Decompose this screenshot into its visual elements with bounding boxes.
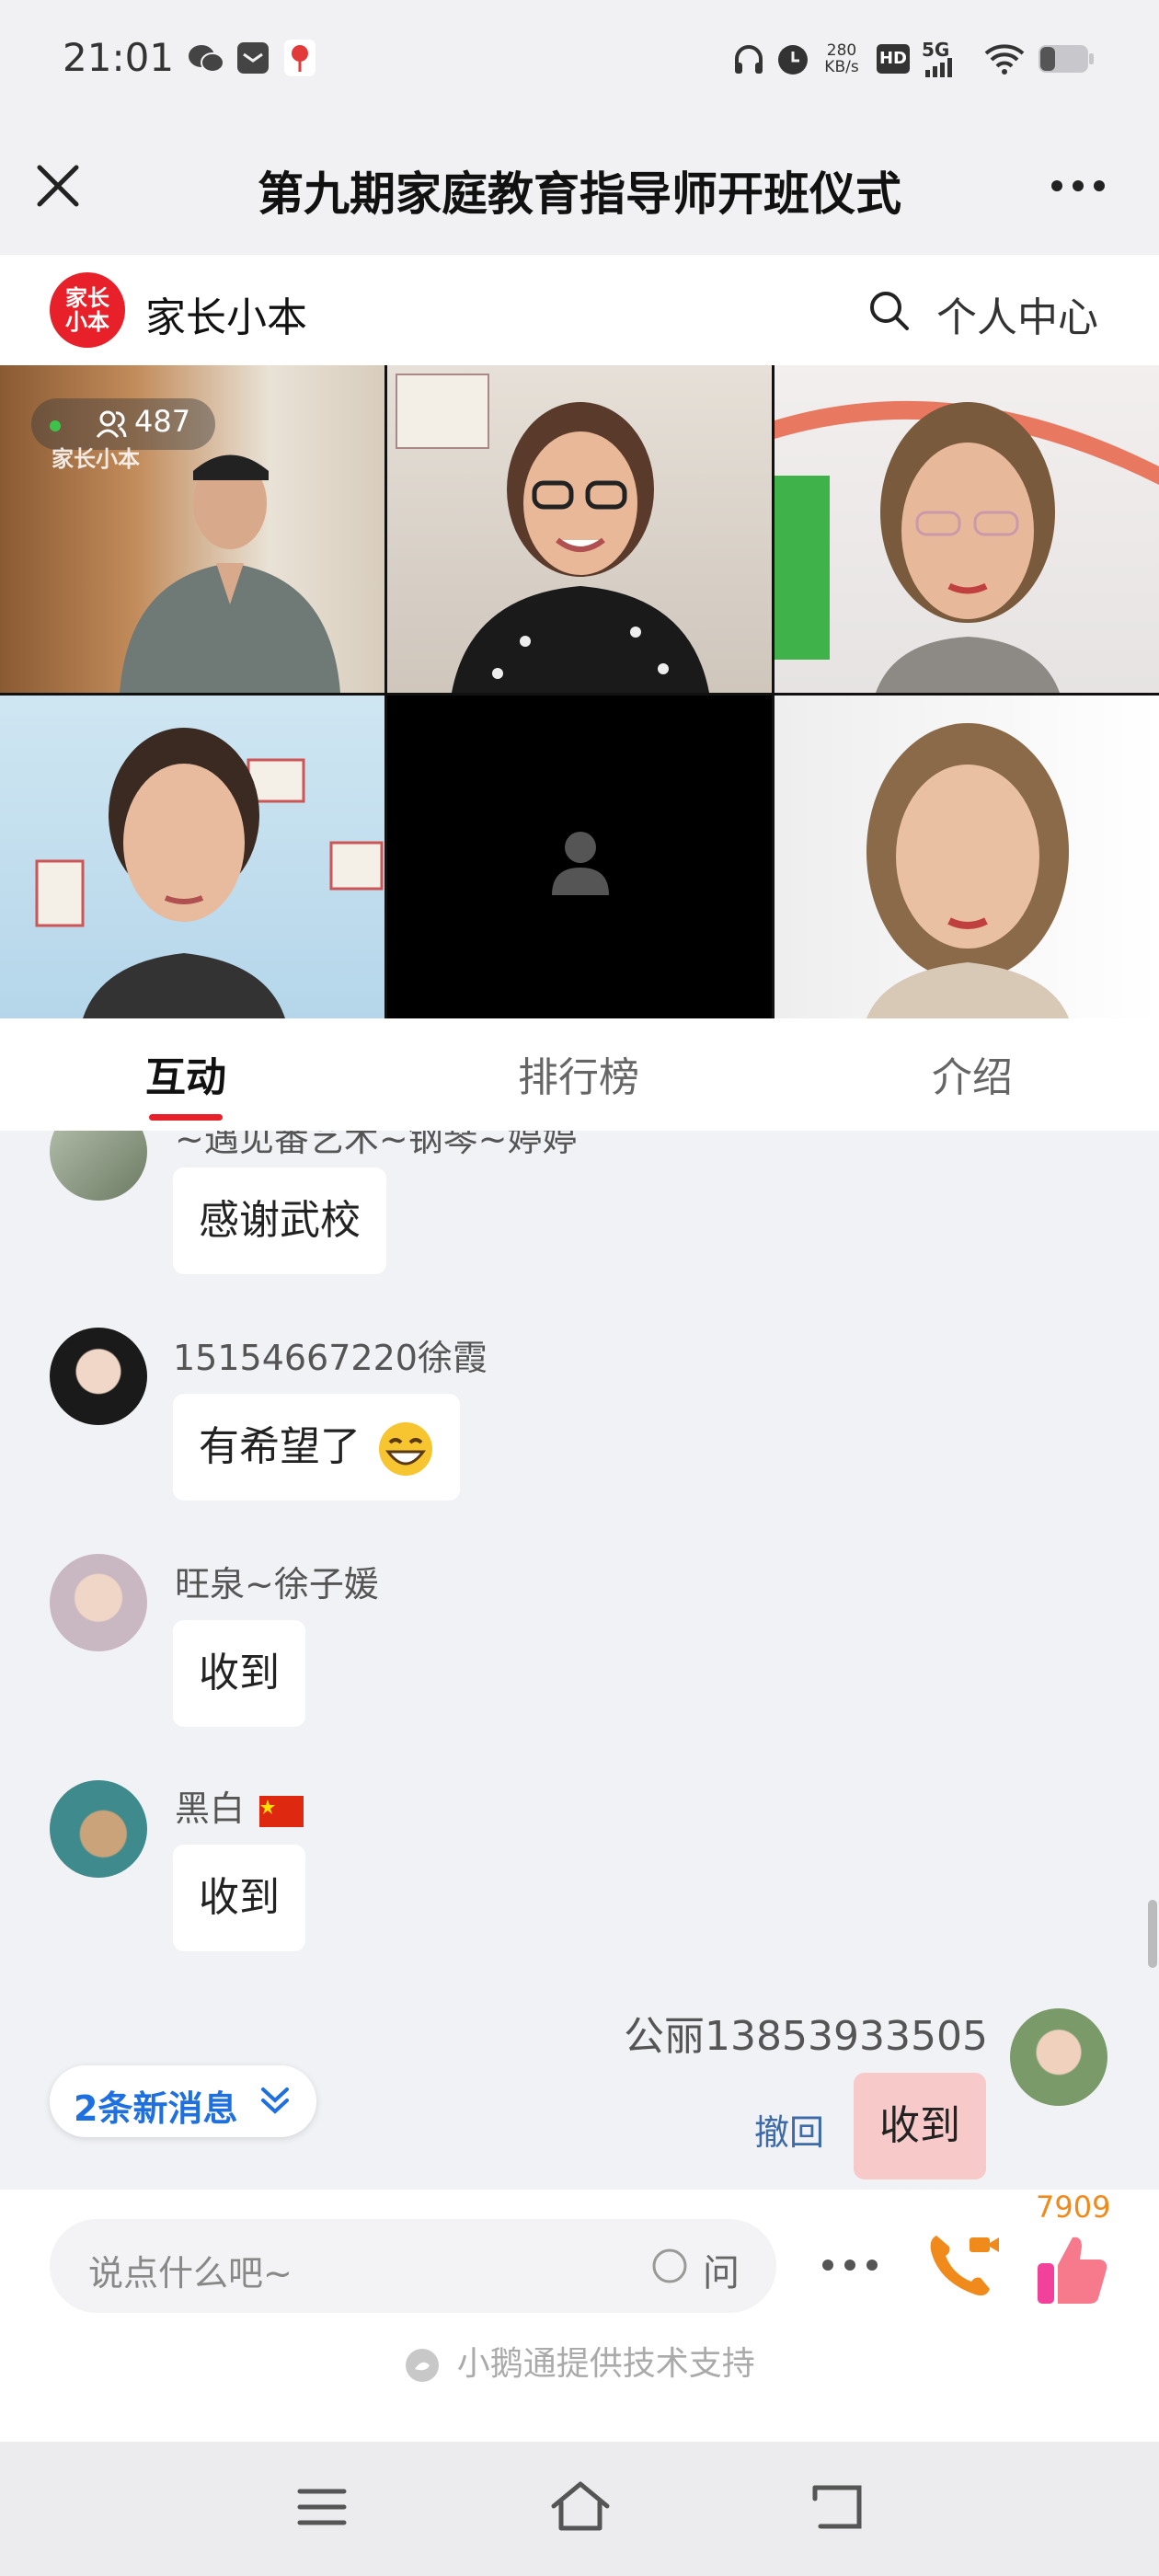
double-chevron-down-icon [261, 2087, 289, 2114]
page-title: 第九期家庭教育指导师开班仪式 [258, 167, 901, 221]
battery-icon [1039, 45, 1094, 73]
message-text: 有希望了 [199, 1423, 361, 1470]
home-icon[interactable] [548, 2478, 613, 2534]
search-icon[interactable] [868, 290, 911, 332]
back-icon[interactable] [809, 2482, 865, 2532]
video-tile-participant-3[interactable] [775, 365, 1159, 693]
brand-bar: 家长 小本 家长小本 个人中心 [0, 255, 1159, 365]
user-center-link[interactable]: 个人中心 [936, 284, 1098, 343]
message-sender: 旺泉~徐子媛 [175, 1564, 379, 1604]
message-bubble: 收到 [173, 1620, 305, 1727]
tab-ranking[interactable]: 排行榜 [441, 1044, 717, 1103]
new-messages-label: 2条新消息 [74, 2088, 238, 2129]
tech-support-text: 小鹅通提供技术支持 [456, 2345, 755, 2383]
avatar[interactable] [50, 1131, 147, 1201]
tab-bar: 互动 排行榜 介绍 [0, 1018, 1159, 1131]
call-icon[interactable] [924, 2226, 1001, 2304]
own-message-bubble: 收到 [854, 2073, 986, 2179]
participant-6-illustration [866, 723, 1069, 1018]
signal-icon [925, 58, 952, 77]
message-sender: ~遇见番艺术~钢琴~婷婷 [175, 1131, 578, 1159]
xiaoetong-logo-icon [406, 2349, 440, 2382]
message-bubble: 收到 [173, 1845, 305, 1951]
avatar[interactable] [50, 1554, 147, 1651]
like-count: 7909 [1036, 2190, 1111, 2225]
participant-3-illustration [775, 400, 1159, 693]
own-avatar[interactable] [1010, 2008, 1107, 2106]
china-flag-icon [259, 1795, 304, 1827]
net-speed: 280 KB/s [824, 41, 859, 76]
alarm-icon [778, 45, 808, 75]
hd-badge: HD [877, 44, 910, 74]
wifi-icon [984, 44, 1025, 75]
recall-button[interactable]: 撤回 [754, 2104, 824, 2155]
live-dot [50, 420, 61, 431]
video-tile-host[interactable]: 487 家长小本 [0, 365, 384, 693]
new-messages-button[interactable]: 2条新消息 [50, 2065, 316, 2137]
comment-placeholder: 说点什么吧~ [88, 2253, 293, 2294]
video-watermark: 家长小本 [52, 446, 140, 472]
input-bar: 说点什么吧~ 问 7909 小鹅通提供技术支持 [0, 2190, 1159, 2442]
comment-input[interactable]: 说点什么吧~ 问 [50, 2219, 776, 2313]
map-app-icon [284, 40, 316, 76]
participant-4-illustration [35, 728, 384, 1018]
viewer-count: 487 [134, 404, 191, 439]
system-nav-bar [0, 2442, 1159, 2576]
video-tile-participant-4[interactable] [0, 696, 384, 1018]
video-grid: 487 家长小本 [0, 365, 1159, 1018]
tab-interaction[interactable]: 互动 [48, 1044, 324, 1103]
mail-app-icon [237, 42, 269, 74]
brand-name: 家长小本 [145, 294, 307, 341]
avatar[interactable] [50, 1780, 147, 1878]
tech-support-footer: 小鹅通提供技术支持 [0, 2337, 1159, 2385]
video-tile-camera-off[interactable] [387, 696, 772, 1018]
participant-2-illustration [396, 374, 709, 693]
more-icon[interactable] [820, 2258, 879, 2272]
grinning-emoji-icon [379, 1422, 432, 1476]
message-sender: 15154667220徐霞 [173, 1338, 488, 1378]
headphones-icon [735, 45, 763, 74]
video-tile-participant-2[interactable] [387, 365, 772, 693]
active-tab-indicator [149, 1114, 223, 1121]
brand-logo: 家长 小本 [50, 272, 125, 348]
ask-question-radio[interactable] [651, 2248, 688, 2284]
more-options-icon[interactable] [1050, 179, 1106, 192]
title-bar: 第九期家庭教育指导师开班仪式 [0, 124, 1159, 255]
message-bubble: 有希望了 [173, 1394, 460, 1501]
like-thumbs-up-icon[interactable] [1034, 2230, 1111, 2307]
ask-label: 问 [703, 2252, 740, 2294]
message-bubble: 感谢武校 [173, 1167, 386, 1274]
user-placeholder-icon [552, 832, 609, 895]
avatar[interactable] [50, 1328, 147, 1425]
wechat-icon [189, 45, 224, 73]
scrollbar-thumb[interactable] [1148, 1900, 1157, 1968]
own-message-sender: 公丽13853933505 [624, 2013, 988, 2060]
video-tile-participant-6[interactable] [775, 696, 1159, 1018]
message-sender: 黑白 [175, 1780, 304, 1831]
menu-icon[interactable] [296, 2486, 348, 2528]
status-bar: 21:01 280 KB/s HD 5G [0, 0, 1159, 124]
status-time: 21:01 [63, 35, 175, 80]
tab-introduction[interactable]: 介绍 [834, 1044, 1110, 1103]
chat-area: ~遇见番艺术~钢琴~婷婷 感谢武校 15154667220徐霞 有希望了 旺泉~… [0, 1131, 1159, 2190]
people-icon [96, 410, 127, 438]
